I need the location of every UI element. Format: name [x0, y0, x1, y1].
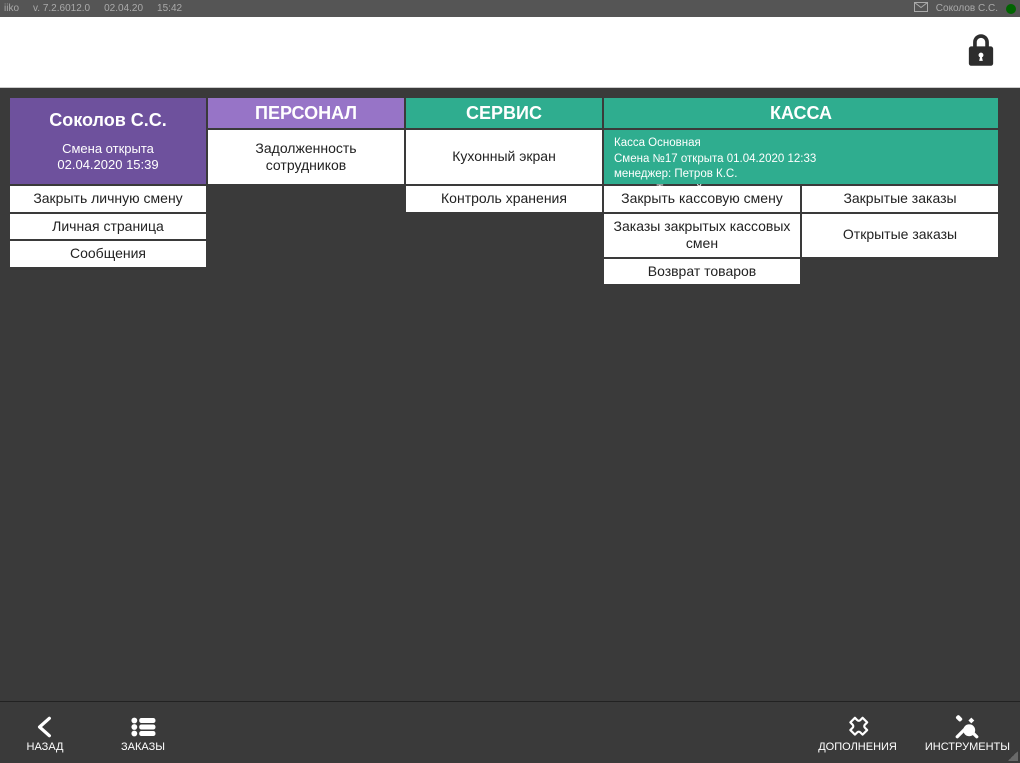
cash-info-tile[interactable]: Касса Основная Смена №17 открыта 01.04.2…: [604, 130, 998, 184]
user-header-tile[interactable]: Соколов С.С. Смена открыта 02.04.2020 15…: [10, 98, 206, 184]
storage-control-button[interactable]: Контроль хранения: [406, 186, 602, 212]
user-shift-time: 02.04.2020 15:39: [57, 157, 158, 173]
cash-info-line-2: Смена №17 открыта 01.04.2020 12:33: [614, 152, 816, 168]
user-shift-status: Смена открыта: [62, 141, 154, 157]
system-status-bar: iiko v. 7.2.6012.0 02.04.20 15:42 Соколо…: [0, 0, 1020, 17]
bottom-nav-left: НАЗАД ЗАКАЗЫ: [10, 702, 178, 761]
personal-page-button[interactable]: Личная страница: [10, 214, 206, 240]
user-name: Соколов С.С.: [49, 109, 167, 132]
orders-button[interactable]: ЗАКАЗЫ: [108, 710, 178, 753]
user-column: Соколов С.С. Смена открыта 02.04.2020 15…: [10, 98, 206, 284]
staff-debt-button[interactable]: Задолженность сотрудников: [208, 130, 404, 184]
service-header-tile: СЕРВИС: [406, 98, 602, 128]
close-personal-shift-button[interactable]: Закрыть личную смену: [10, 186, 206, 212]
kitchen-screen-button[interactable]: Кухонный экран: [406, 130, 602, 184]
tools-label: ИНСТРУМЕНТЫ: [925, 741, 1010, 753]
service-column: СЕРВИС Кухонный экран Контроль хранения: [406, 98, 602, 284]
cash-column: КАССА Касса Основная Смена №17 открыта 0…: [604, 98, 998, 284]
closed-shift-orders-button[interactable]: Заказы закрытых кассовых смен: [604, 214, 800, 257]
orders-label: ЗАКАЗЫ: [121, 741, 165, 753]
bottom-nav-right: ДОПОЛНЕНИЯ ИНСТРУМЕНТЫ: [818, 702, 1010, 761]
app-version: v. 7.2.6012.0: [33, 3, 90, 14]
back-button[interactable]: НАЗАД: [10, 710, 80, 753]
staff-column: ПЕРСОНАЛ Задолженность сотрудников: [208, 98, 404, 284]
sysbar-right: Соколов С.С.: [914, 2, 1016, 15]
return-goods-button[interactable]: Возврат товаров: [604, 259, 800, 285]
addons-button[interactable]: ДОПОЛНЕНИЯ: [818, 710, 897, 753]
connection-status-dot: [1006, 4, 1016, 14]
sysbar-date: 02.04.20: [104, 3, 143, 14]
app-toolbar: [0, 17, 1020, 88]
closed-orders-button[interactable]: Закрытые заказы: [802, 186, 998, 212]
main-menu-area: Соколов С.С. Смена открыта 02.04.2020 15…: [0, 88, 1020, 701]
lock-icon[interactable]: [966, 33, 996, 72]
sysbar-time: 15:42: [157, 3, 182, 14]
sysbar-user: Соколов С.С.: [936, 3, 998, 14]
mail-icon[interactable]: [914, 2, 928, 15]
open-orders-button[interactable]: Открытые заказы: [802, 214, 998, 257]
staff-header-tile: ПЕРСОНАЛ: [208, 98, 404, 128]
back-label: НАЗАД: [27, 741, 64, 753]
cash-header-tile: КАССА: [604, 98, 998, 128]
close-cash-shift-button[interactable]: Закрыть кассовую смену: [604, 186, 800, 212]
bottom-nav-bar: НАЗАД ЗАКАЗЫ ДОПОЛНЕНИЯ ИНСТРУМЕ: [0, 701, 1020, 763]
resize-grip-icon[interactable]: [1008, 751, 1018, 761]
addons-label: ДОПОЛНЕНИЯ: [818, 741, 897, 753]
app-name: iiko: [4, 3, 19, 14]
cash-info-line-3: менеджер: Петров К.С.: [614, 167, 737, 183]
tools-button[interactable]: ИНСТРУМЕНТЫ: [925, 710, 1010, 753]
cash-info-line-1: Касса Основная: [614, 136, 701, 152]
messages-button[interactable]: Сообщения: [10, 241, 206, 267]
sysbar-left: iiko v. 7.2.6012.0 02.04.20 15:42: [4, 3, 182, 14]
